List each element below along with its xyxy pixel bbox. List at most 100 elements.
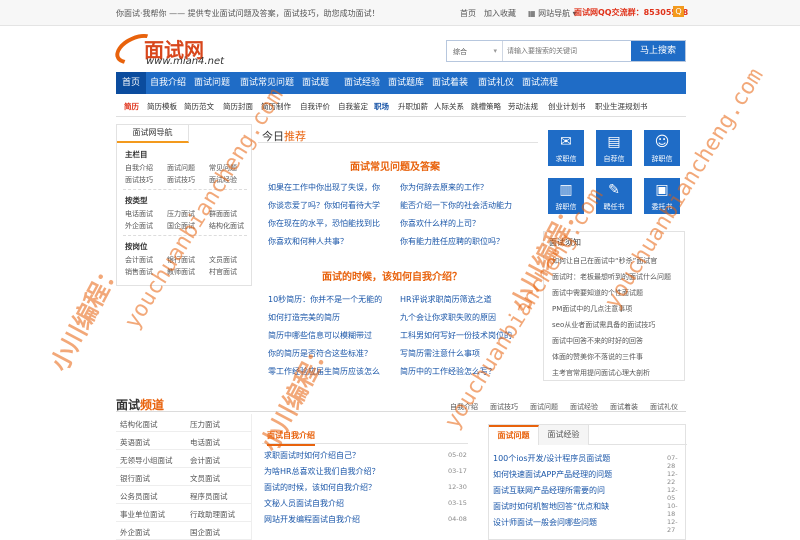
search-button[interactable]: 马上搜索 xyxy=(631,41,685,61)
news-item[interactable]: 面试中回答不来的时好的回答 xyxy=(552,336,643,346)
article-link[interactable]: 如果在工作中你出现了失误，你 xyxy=(268,182,380,193)
article-link[interactable]: 你有能力胜任应聘的职位吗？ xyxy=(400,236,504,247)
subnav-item[interactable]: 跳槽策略 xyxy=(471,101,501,112)
subnav-item[interactable]: 简历模板 xyxy=(147,101,177,112)
sidebar-section-title: 按类型 xyxy=(125,196,148,205)
favorite-link[interactable]: 加入收藏 xyxy=(484,8,516,19)
article-link[interactable]: 你喜欢和何种人共事？ xyxy=(268,236,348,247)
grid-link[interactable]: 外企面试 xyxy=(120,527,150,538)
channel-tab[interactable]: 面试问题 xyxy=(530,402,558,412)
news-item[interactable]: 主考官常用提问面试心理大剖析 xyxy=(552,368,650,378)
tab-experience[interactable]: 面试经验 xyxy=(539,425,589,445)
list-item[interactable]: 网站开发编程面试自我介绍 xyxy=(264,514,360,525)
list-item[interactable]: 设计师面试一般会问哪些问题 xyxy=(493,517,597,528)
nav-item[interactable]: 面试礼仪 xyxy=(478,72,514,94)
grid-link[interactable]: 银行面试 xyxy=(120,473,150,484)
nav-item-home[interactable]: 首页 xyxy=(116,72,146,94)
subnav-item[interactable]: 职业生涯规划书 xyxy=(595,101,648,112)
sidebar-link[interactable]: 村官面试 xyxy=(209,267,237,277)
nav-item[interactable]: 面试经验 xyxy=(344,72,380,94)
tile-label: 辞职信 xyxy=(651,155,673,163)
home-link[interactable]: 首页 xyxy=(460,8,476,19)
subnav-item[interactable]: 简历封面 xyxy=(223,101,253,112)
channel-tab[interactable]: 面试着装 xyxy=(610,402,638,412)
subnav-item[interactable]: 人际关系 xyxy=(434,101,464,112)
tile-resignation[interactable]: ☺ 辞职信 xyxy=(644,130,680,166)
list-item[interactable]: 面试互联网产品经理所需要的问 xyxy=(493,485,605,496)
qq-icon[interactable]: Q xyxy=(673,6,684,17)
article-link[interactable]: 你在现在的水平，恐怕能找到比 xyxy=(268,218,380,229)
article-link[interactable]: 你喜欢什么样的上司？ xyxy=(400,218,480,229)
sidebar-link[interactable]: 结构化面试 xyxy=(209,221,244,231)
search-input[interactable] xyxy=(507,43,617,59)
list-item[interactable]: 100个ios开发/设计程序员面试题 xyxy=(493,453,610,464)
tile-job-letter[interactable]: ✉ 求职信 xyxy=(548,130,584,166)
article-link[interactable]: 写简历需注意什么事项 xyxy=(400,348,480,359)
subnav-item[interactable]: 创业计划书 xyxy=(548,101,586,112)
subnav-item[interactable]: 自我评价 xyxy=(300,101,330,112)
subnav-item[interactable]: 升职加薪 xyxy=(398,101,428,112)
grid-link[interactable]: 程序员面试 xyxy=(190,491,228,502)
grid-link[interactable]: 公务员面试 xyxy=(120,491,158,502)
sidebar-link[interactable]: 面试技巧 xyxy=(167,175,195,185)
list-item[interactable]: 文秘人员面试自我介绍 xyxy=(264,498,344,509)
today-heading: 今日推荐 xyxy=(258,128,538,144)
grid-link[interactable]: 电话面试 xyxy=(190,437,220,448)
subnav-item[interactable]: 职场 xyxy=(374,101,389,112)
article-link[interactable]: 如何打造完美的简历 xyxy=(268,312,340,323)
news-item[interactable]: 体面的赞美你不落说的三件事 xyxy=(552,352,643,362)
sitenav-link[interactable]: ▦ 网站导航 ▾ xyxy=(528,8,577,19)
grid-link[interactable]: 文员面试 xyxy=(190,473,220,484)
nav-item[interactable]: 自我介绍 xyxy=(150,72,186,94)
grid-link[interactable]: 行政助理面试 xyxy=(190,509,235,520)
tab-questions[interactable]: 面试问题 xyxy=(489,425,539,445)
channel-tab[interactable]: 面试礼仪 xyxy=(650,402,678,412)
tile-self-recommend[interactable]: ▤ 自荐信 xyxy=(596,130,632,166)
grid-link[interactable]: 英语面试 xyxy=(120,437,150,448)
article-link[interactable]: 简历中哪些信息可以模糊带过 xyxy=(268,330,372,341)
grid-link[interactable]: 无领导小组面试 xyxy=(120,455,173,466)
channel-tab[interactable]: 面试技巧 xyxy=(490,402,518,412)
sidebar-link[interactable]: 面试技巧 xyxy=(125,175,153,185)
list-item[interactable]: 面试时如何机智地回答“优点和缺 xyxy=(493,501,609,512)
sidebar-link[interactable]: 文员面试 xyxy=(209,255,237,265)
article-link[interactable]: 你为何辞去原来的工作？ xyxy=(400,182,488,193)
channel-tab[interactable]: 面试经验 xyxy=(570,402,598,412)
sidebar-link[interactable]: 会计面试 xyxy=(125,255,153,265)
article-link[interactable]: 能否介绍一下你的社会活动能力 xyxy=(400,200,512,211)
subnav-item[interactable]: 劳动法规 xyxy=(508,101,538,112)
nav-item[interactable]: 面试题库 xyxy=(388,72,424,94)
sidebar-link[interactable]: 面试问题 xyxy=(167,163,195,173)
nav-item[interactable]: 面试题 xyxy=(302,72,329,94)
news-item[interactable]: seo从业者面试需具备的面试技巧 xyxy=(552,320,655,330)
grid-link[interactable]: 压力面试 xyxy=(190,419,220,430)
article-link[interactable]: 10秒简历：你并不是一个无能的 xyxy=(268,294,382,305)
nav-item[interactable]: 面试着装 xyxy=(432,72,468,94)
nav-item[interactable]: 面试流程 xyxy=(522,72,558,94)
nav-item[interactable]: 面试问题 xyxy=(194,72,230,94)
grid-link[interactable]: 事业单位面试 xyxy=(120,509,165,520)
site-logo[interactable]: 面试网 www.mian4.net xyxy=(110,27,254,71)
list-item[interactable]: 为啥HR总喜欢让我们自我介绍？ xyxy=(264,466,380,477)
article-link[interactable]: 九个会让你求职失败的原因 xyxy=(400,312,496,323)
search-category-select[interactable]: 综合 ▾ xyxy=(447,41,503,61)
subnav-item[interactable]: 简历范文 xyxy=(184,101,214,112)
article-link[interactable]: 你谈恋爱了吗？你如何看待大学 xyxy=(268,200,380,211)
section-title[interactable]: 面试常见问题及答案 xyxy=(350,158,440,173)
grid-link[interactable]: 会计面试 xyxy=(190,455,220,466)
list-item[interactable]: 如何快速面试APP产品经理的问题 xyxy=(493,469,612,480)
subnav-item[interactable]: 简历 xyxy=(124,101,139,112)
article-link[interactable]: HR评说求职简历筛选之道 xyxy=(400,294,492,305)
sidebar-link[interactable]: 外企面试 xyxy=(125,221,153,231)
sidebar-link[interactable]: 自我介绍 xyxy=(125,163,153,173)
sidebar-link[interactable]: 电话面试 xyxy=(125,209,153,219)
list-item[interactable]: 面试的时候，该如何自我介绍？ xyxy=(264,482,376,493)
grid-link[interactable]: 国企面试 xyxy=(190,527,220,538)
section-title[interactable]: 面试的时候，该如何自我介绍？ xyxy=(322,268,462,283)
qq-group[interactable]: 面试网QQ交流群：85305518 xyxy=(574,7,688,18)
subnav-item[interactable]: 自我鉴定 xyxy=(338,101,368,112)
search-category-value: 综合 xyxy=(453,48,467,56)
grid-link[interactable]: 结构化面试 xyxy=(120,419,158,430)
sidebar-tab[interactable]: 面试网导航 xyxy=(117,125,189,143)
grid-row: 无领导小组面试 会计面试 xyxy=(116,450,252,468)
